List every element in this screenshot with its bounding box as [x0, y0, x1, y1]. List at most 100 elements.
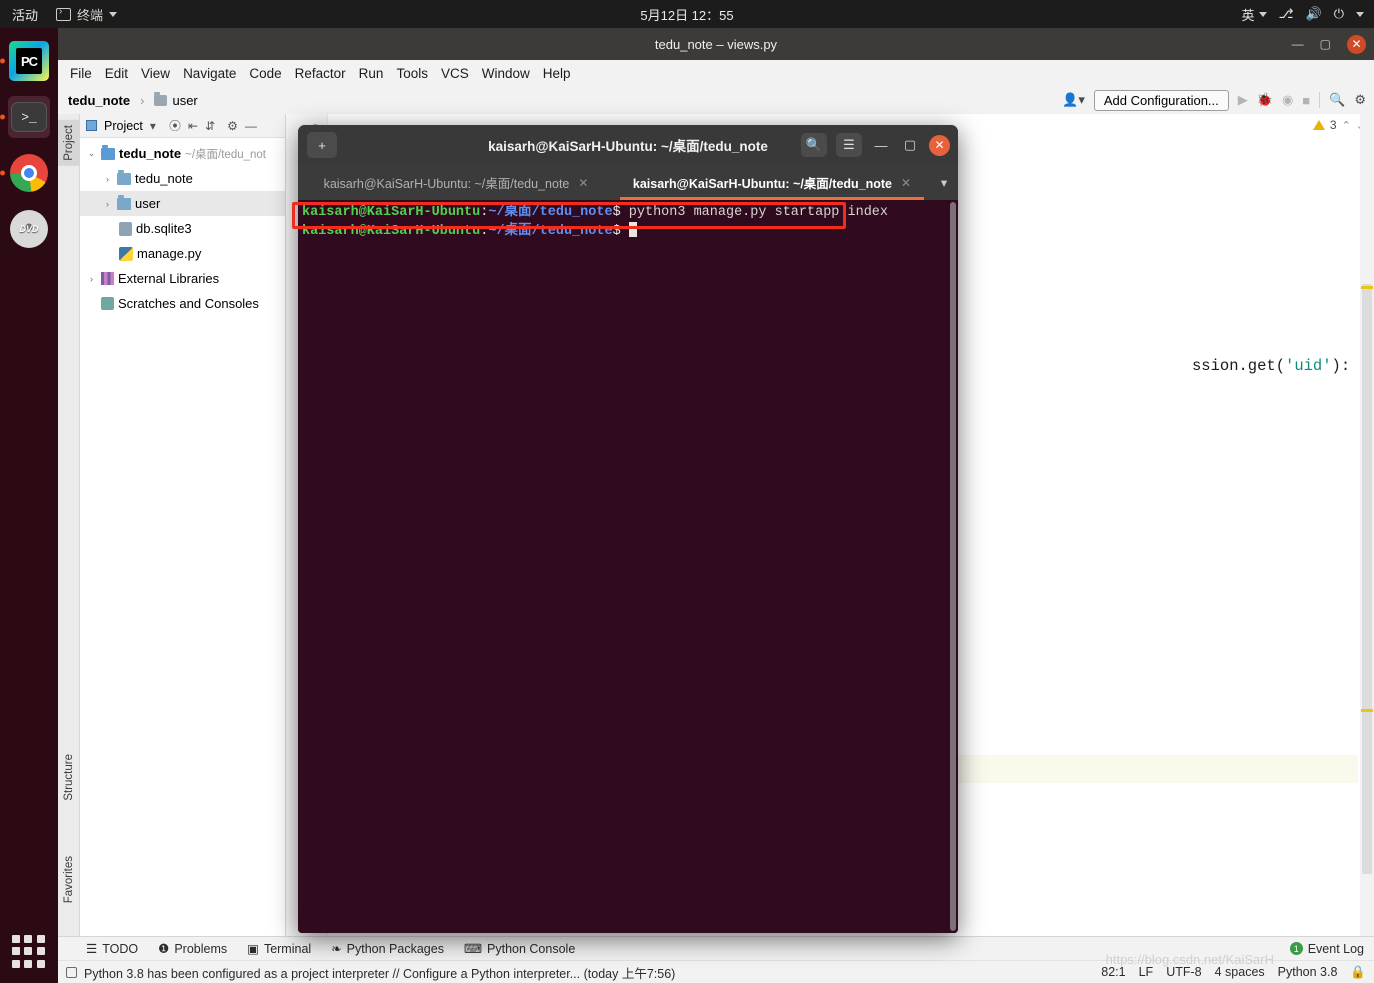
- menu-item-file[interactable]: File: [70, 66, 92, 81]
- tree-node-db-sqlite3[interactable]: db.sqlite3: [80, 216, 285, 241]
- dock-item-dvd[interactable]: DVD: [8, 208, 50, 250]
- tool-tab-terminal[interactable]: ▣ Terminal: [247, 941, 312, 957]
- lock-icon[interactable]: 🔒: [1350, 965, 1366, 980]
- search-icon[interactable]: 🔍: [801, 133, 827, 157]
- terminal-output[interactable]: kaisarh@KaiSarH-Ubuntu:~/桌面/tedu_note$ p…: [298, 200, 958, 933]
- terminal-tab-1[interactable]: kaisarh@KaiSarH-Ubuntu: ~/桌面/tedu_note ✕: [298, 165, 614, 200]
- activities-button[interactable]: 活动: [12, 5, 38, 24]
- tree-node-external-libraries[interactable]: › External Libraries: [80, 266, 285, 291]
- chevron-right-icon[interactable]: ›: [86, 274, 97, 284]
- tree-node-tedu-note-root[interactable]: ⌄ tedu_note ~/桌面/tedu_not: [80, 141, 285, 166]
- close-button[interactable]: ✕: [929, 134, 950, 156]
- close-icon[interactable]: ✕: [901, 176, 911, 190]
- menu-item-navigate[interactable]: Navigate: [183, 66, 236, 81]
- warning-marker[interactable]: [1361, 709, 1373, 712]
- chevron-right-icon[interactable]: ›: [102, 199, 113, 209]
- previous-problem-icon[interactable]: ⌃: [1342, 119, 1351, 132]
- new-tab-button[interactable]: +: [307, 132, 337, 158]
- menu-item-window[interactable]: Window: [482, 66, 530, 81]
- terminal-title-bar: + kaisarh@KaiSarH-Ubuntu: ~/桌面/tedu_note…: [298, 125, 958, 165]
- warning-marker[interactable]: [1361, 286, 1373, 289]
- maximize-button[interactable]: ▢: [900, 137, 920, 153]
- tool-tab-problems[interactable]: ❶ Problems: [158, 941, 227, 957]
- menu-item-help[interactable]: Help: [543, 66, 571, 81]
- menu-item-vcs[interactable]: VCS: [441, 66, 469, 81]
- tree-node-manage-py[interactable]: manage.py: [80, 241, 285, 266]
- gear-icon[interactable]: ⚙: [1354, 92, 1366, 108]
- show-applications-button[interactable]: [12, 935, 46, 969]
- terminal-tab-2[interactable]: kaisarh@KaiSarH-Ubuntu: ~/桌面/tedu_note ✕: [614, 165, 930, 200]
- chevron-down-icon[interactable]: ⌄: [86, 148, 97, 159]
- user-dropdown-icon[interactable]: 👤▾: [1062, 92, 1085, 108]
- chevron-down-icon: [1258, 11, 1267, 17]
- collapse-all-icon[interactable]: ⇤: [188, 119, 198, 133]
- tool-tab-python-console[interactable]: ⌨ Python Console: [464, 941, 575, 957]
- tab-list-dropdown-icon[interactable]: ▾: [930, 165, 958, 200]
- keyboard-layout-indicator[interactable]: 英: [1242, 5, 1267, 24]
- locate-icon[interactable]: ⦿: [169, 117, 181, 134]
- tree-node-scratches-consoles[interactable]: Scratches and Consoles: [80, 291, 285, 316]
- sidebar-item-project[interactable]: Project: [58, 120, 80, 166]
- stop-icon[interactable]: ■: [1302, 93, 1310, 108]
- menu-item-tools[interactable]: Tools: [396, 66, 428, 81]
- minimize-button[interactable]: —: [1292, 37, 1304, 51]
- file-encoding[interactable]: UTF-8: [1166, 965, 1201, 979]
- dvd-icon: DVD: [10, 210, 48, 248]
- chevron-down-icon[interactable]: [1356, 11, 1364, 17]
- terminal-window-controls: 🔍 ☰ — ▢ ✕: [801, 133, 950, 157]
- tool-tab-label: Terminal: [263, 941, 312, 956]
- tree-node-tedu-note-pkg[interactable]: › tedu_note: [80, 166, 285, 191]
- breadcrumb-project[interactable]: tedu_note: [68, 93, 130, 108]
- tool-tab-python-packages[interactable]: ❧ Python Packages: [331, 941, 444, 957]
- terminal-icon: [56, 6, 72, 21]
- editor-scrollbar[interactable]: [1360, 114, 1374, 936]
- run-icon[interactable]: ▶: [1238, 92, 1248, 108]
- gear-icon[interactable]: ⚙: [227, 119, 238, 133]
- volume-icon[interactable]: 🔊: [1306, 6, 1322, 22]
- menu-item-run[interactable]: Run: [359, 66, 384, 81]
- sidebar-item-favorites[interactable]: Favorites: [58, 851, 80, 908]
- watermark-text: https://blog.csdn.net/KaiSarH: [1105, 952, 1274, 967]
- search-icon[interactable]: 🔍: [1329, 92, 1345, 108]
- terminal-scrollbar[interactable]: [950, 202, 956, 931]
- tool-tab-todo[interactable]: ☰ TODO: [86, 941, 138, 957]
- menu-item-edit[interactable]: Edit: [105, 66, 128, 81]
- close-icon[interactable]: ✕: [578, 176, 588, 190]
- dock-item-terminal[interactable]: >_: [8, 96, 50, 138]
- interpreter-selector[interactable]: Python 3.8: [1278, 965, 1338, 979]
- menu-item-refactor[interactable]: Refactor: [295, 66, 346, 81]
- library-icon: [101, 272, 114, 285]
- hamburger-menu-icon[interactable]: ☰: [836, 133, 862, 157]
- menu-item-view[interactable]: View: [141, 66, 170, 81]
- dock-item-chrome[interactable]: [8, 152, 50, 194]
- hide-icon[interactable]: —: [245, 119, 257, 133]
- topbar-clock[interactable]: 5月12日 12：55: [640, 5, 733, 24]
- status-message[interactable]: Python 3.8 has been configured as a proj…: [84, 963, 675, 982]
- add-configuration-button[interactable]: Add Configuration...: [1093, 89, 1229, 111]
- minimize-button[interactable]: —: [871, 138, 891, 153]
- network-icon[interactable]: ⎇: [1279, 6, 1294, 22]
- topbar-app-menu[interactable]: 终端: [56, 5, 118, 24]
- debug-icon[interactable]: 🐞: [1257, 92, 1273, 108]
- gnome-top-bar: 活动 终端 5月12日 12：55 英 ⎇ 🔊 ⏻: [0, 0, 1374, 28]
- coverage-icon[interactable]: ◉: [1282, 92, 1293, 108]
- caret-position[interactable]: 82:1: [1101, 965, 1125, 979]
- expand-icon[interactable]: ⇵: [205, 119, 215, 133]
- project-panel-header: Project ▾ ⦿ ⇤ ⇵ ⚙ —: [80, 114, 285, 138]
- sidebar-item-structure[interactable]: Structure: [58, 749, 80, 806]
- line-separator[interactable]: LF: [1139, 965, 1154, 979]
- close-button[interactable]: ✕: [1347, 34, 1366, 54]
- event-log-button[interactable]: 1 Event Log: [1289, 942, 1364, 956]
- dock-item-pycharm[interactable]: PC: [8, 40, 50, 82]
- topbar-status-area[interactable]: 英 ⎇ 🔊 ⏻: [1242, 5, 1364, 24]
- code-string-literal: 'uid': [1285, 357, 1332, 375]
- indent-setting[interactable]: 4 spaces: [1215, 965, 1265, 979]
- chevron-down-icon[interactable]: ▾: [150, 119, 156, 133]
- menu-item-code[interactable]: Code: [249, 66, 281, 81]
- maximize-button[interactable]: ▢: [1320, 37, 1331, 51]
- scrollbar-thumb[interactable]: [1362, 284, 1372, 874]
- power-icon[interactable]: ⏻: [1334, 6, 1344, 22]
- chevron-right-icon[interactable]: ›: [102, 174, 113, 184]
- tree-node-user[interactable]: › user: [80, 191, 285, 216]
- breadcrumb-file[interactable]: user: [172, 93, 197, 108]
